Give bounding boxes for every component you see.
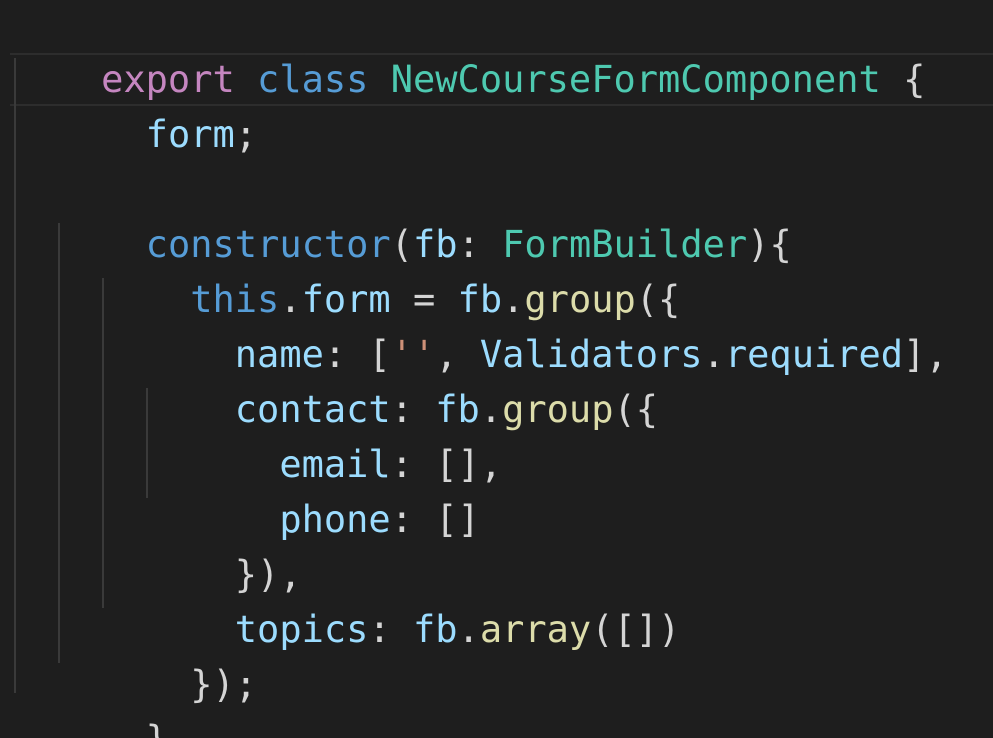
code-line-13: }	[12, 657, 168, 738]
code-line-1: export class NewCourseFormComponent {	[12, 0, 925, 101]
code-line-7: contact: fb.group({	[12, 327, 658, 431]
call-open: ({	[613, 388, 659, 431]
code-line-12: });	[12, 602, 257, 706]
code-line-8: email: [],	[12, 382, 502, 486]
var-fb: fb	[412, 608, 458, 651]
array-call: ([])	[591, 608, 681, 651]
code-line-11: topics: fb.array([])	[12, 547, 681, 651]
field-form: form	[145, 113, 235, 156]
code-line-4: constructor(fb: FormBuilder){	[12, 162, 792, 266]
class-keyword: class	[257, 58, 369, 101]
paren-close-brace: ){	[747, 223, 792, 266]
colon: :	[368, 608, 413, 651]
dot: .	[702, 333, 725, 376]
member-required: required	[724, 333, 904, 376]
code-line-2: form;	[12, 52, 257, 156]
method-group: group	[502, 388, 614, 431]
open-brace: {	[880, 58, 926, 101]
code-line-9: phone: []	[12, 437, 480, 541]
close-constructor: }	[146, 718, 168, 738]
close-outer-group: });	[190, 663, 258, 706]
empty-array: : []	[390, 498, 480, 541]
code-line-10: }),	[12, 492, 302, 596]
code-line-6: name: ['', Validators.required],	[12, 272, 948, 376]
bracket-close: ],	[903, 333, 948, 376]
class-name: NewCourseFormComponent	[390, 58, 881, 101]
code-line-5: this.form = fb.group({	[12, 217, 680, 321]
semicolon: ;	[234, 113, 258, 156]
method-array: array	[479, 608, 592, 651]
dot: .	[457, 608, 480, 651]
code-editor[interactable]: export class NewCourseFormComponent { fo…	[0, 0, 993, 738]
